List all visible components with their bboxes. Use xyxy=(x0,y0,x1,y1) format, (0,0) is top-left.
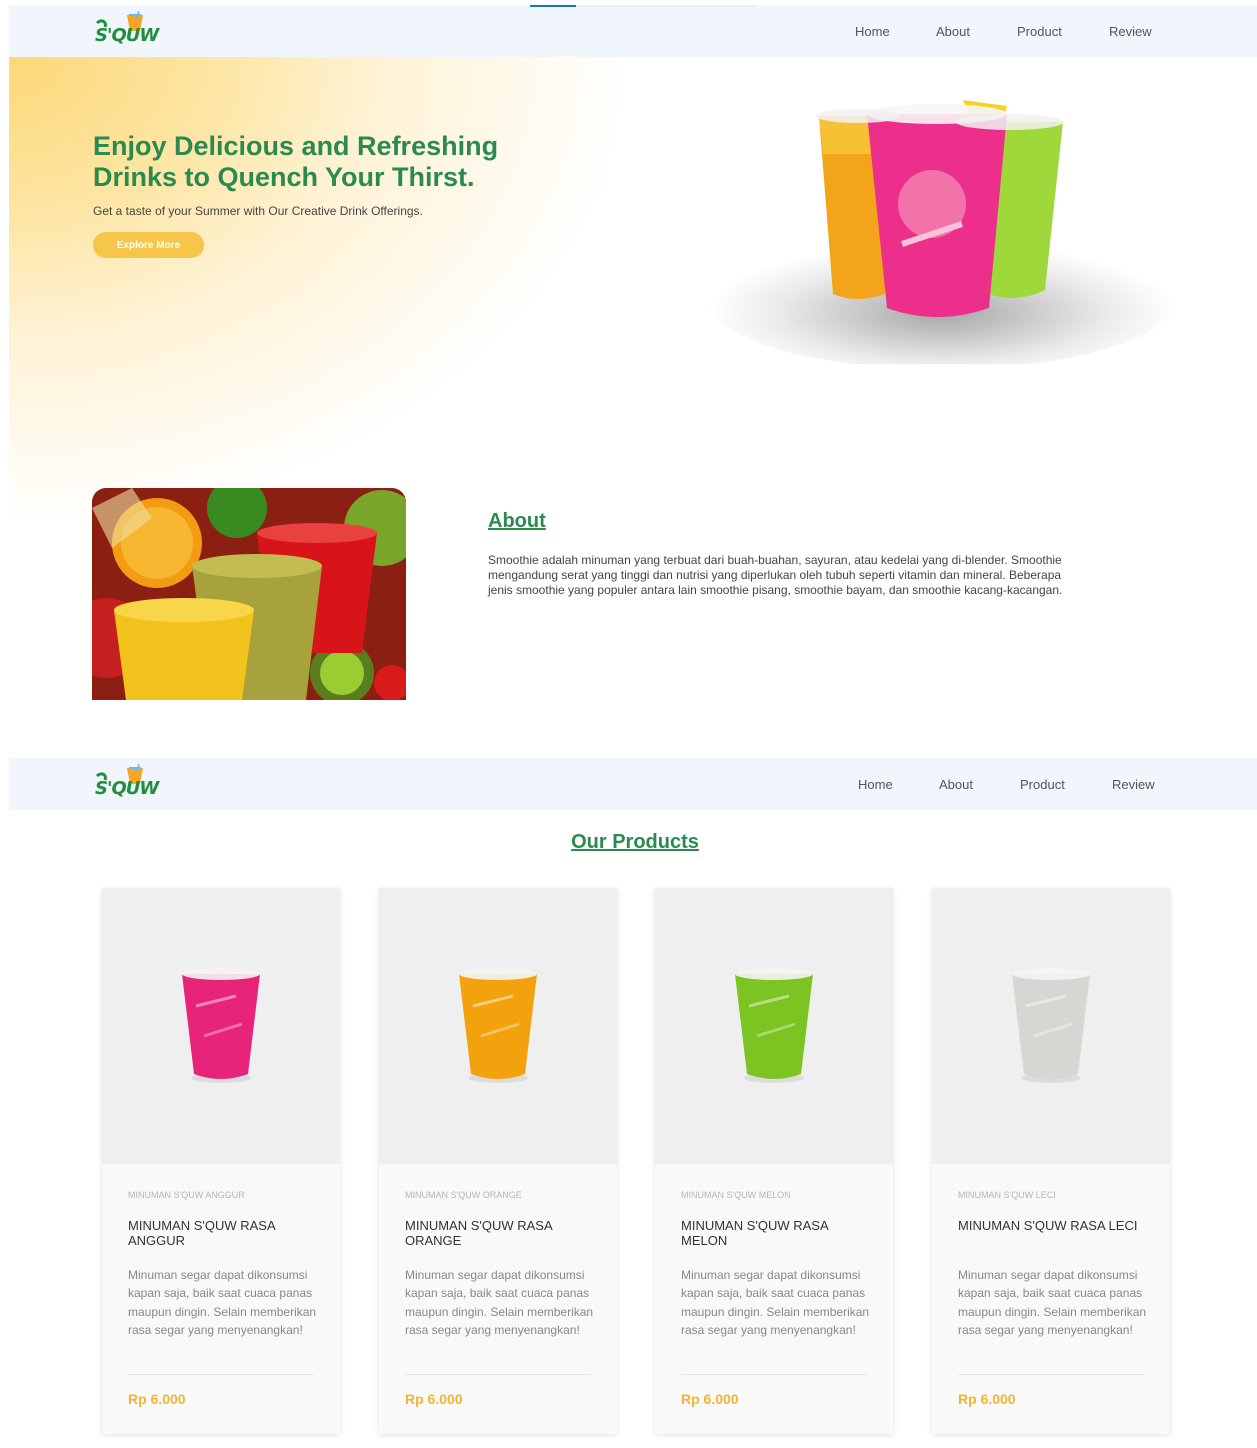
hero-drinks-image xyxy=(707,94,1177,369)
product-category: MINUMAN S'QUW MELON xyxy=(681,1190,791,1200)
nav-product-link[interactable]: Product xyxy=(1020,777,1112,792)
product-price: Rp 6.000 xyxy=(128,1391,186,1407)
product-card[interactable]: MINUMAN S'QUW LECI MINUMAN S'QUW RASA LEC… xyxy=(932,888,1170,1434)
page-edge xyxy=(0,0,9,1448)
hero-background xyxy=(9,57,649,537)
product-image xyxy=(102,888,340,1164)
nav-review-link[interactable]: Review xyxy=(1109,24,1152,39)
product-card[interactable]: MINUMAN S'QUW MELON MINUMAN S'QUW RASA ME… xyxy=(655,888,893,1434)
nav-home-link[interactable]: Home xyxy=(855,24,936,39)
about-fruit-juice-image xyxy=(92,488,406,700)
drink-cup-icon xyxy=(735,968,813,1083)
nav-review-link[interactable]: Review xyxy=(1112,777,1155,792)
hero-title: Enjoy Delicious and Refreshing Drinks to… xyxy=(93,131,499,192)
nav-home-link[interactable]: Home xyxy=(858,777,939,792)
product-category: MINUMAN S'QUW ORANGE xyxy=(405,1190,522,1200)
logo-text: S'QUW xyxy=(95,778,159,799)
about-text: Smoothie adalah minuman yang terbuat dar… xyxy=(488,553,1063,597)
nav-menu: Home About Product Review xyxy=(858,758,1155,810)
drink-cup-icon xyxy=(1012,968,1090,1083)
product-image xyxy=(655,888,893,1164)
logo-text: S'QUW xyxy=(95,25,159,46)
product-image xyxy=(379,888,617,1164)
product-card[interactable]: MINUMAN S'QUW ANGGUR MINUMAN S'QUW RASA A… xyxy=(102,888,340,1434)
card-divider xyxy=(681,1374,867,1375)
nav-product-link[interactable]: Product xyxy=(1017,24,1109,39)
product-description: Minuman segar dapat dikonsumsi kapan saj… xyxy=(958,1268,1147,1337)
product-title[interactable]: MINUMAN S'QUW RASA ANGGUR xyxy=(128,1218,318,1248)
product-title[interactable]: MINUMAN S'QUW RASA ORANGE xyxy=(405,1218,595,1248)
products-heading: Our Products xyxy=(571,831,699,853)
section-indicator xyxy=(530,5,755,7)
product-title[interactable]: MINUMAN S'QUW RASA MELON xyxy=(681,1218,871,1248)
top-navbar: S'QUW Home About Product Review xyxy=(9,5,1257,57)
product-description: Minuman segar dapat dikonsumsi kapan saj… xyxy=(128,1268,317,1337)
products-navbar: S'QUW Home About Product Review xyxy=(9,758,1257,810)
product-description: Minuman segar dapat dikonsumsi kapan saj… xyxy=(405,1268,594,1337)
drink-cup-icon xyxy=(459,968,537,1083)
drink-cup-icon xyxy=(182,968,260,1083)
about-heading: About xyxy=(488,510,546,532)
nav-about-link[interactable]: About xyxy=(939,777,1020,792)
product-image xyxy=(932,888,1170,1164)
hero-subtitle: Get a taste of your Summer with Our Crea… xyxy=(93,204,423,218)
product-category: MINUMAN S'QUW LECI xyxy=(958,1190,1056,1200)
product-title[interactable]: MINUMAN S'QUW RASA LECI xyxy=(958,1218,1148,1233)
brand-logo[interactable]: S'QUW xyxy=(93,763,163,804)
nav-menu: Home About Product Review xyxy=(855,5,1152,57)
card-divider xyxy=(128,1374,314,1375)
product-price: Rp 6.000 xyxy=(405,1391,463,1407)
product-price: Rp 6.000 xyxy=(681,1391,739,1407)
product-price: Rp 6.000 xyxy=(958,1391,1016,1407)
brand-logo[interactable]: S'QUW xyxy=(93,10,163,51)
product-description: Minuman segar dapat dikonsumsi kapan saj… xyxy=(681,1268,870,1337)
product-category: MINUMAN S'QUW ANGGUR xyxy=(128,1190,245,1200)
nav-about-link[interactable]: About xyxy=(936,24,1017,39)
card-divider xyxy=(405,1374,591,1375)
card-divider xyxy=(958,1374,1144,1375)
explore-more-button[interactable]: Explore More xyxy=(93,232,204,258)
section-indicator-thumb xyxy=(530,5,576,7)
product-card[interactable]: MINUMAN S'QUW ORANGE MINUMAN S'QUW RASA O… xyxy=(379,888,617,1434)
